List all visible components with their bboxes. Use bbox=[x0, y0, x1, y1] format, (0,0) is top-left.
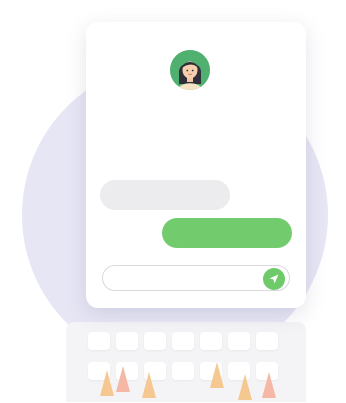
decorative-flame bbox=[116, 366, 130, 392]
keyboard-key bbox=[200, 332, 222, 350]
message-input[interactable] bbox=[102, 265, 290, 291]
woman-avatar-icon bbox=[170, 50, 210, 90]
decorative-flame bbox=[142, 372, 156, 398]
keyboard-key bbox=[228, 332, 250, 350]
keyboard-key bbox=[116, 332, 138, 350]
illustration-scene bbox=[0, 0, 346, 403]
paper-plane-icon bbox=[269, 274, 279, 284]
keyboard-key bbox=[172, 332, 194, 350]
keyboard-key bbox=[172, 362, 194, 380]
decorative-flame bbox=[238, 374, 252, 400]
avatar-illustration bbox=[170, 50, 210, 90]
decorative-flame bbox=[262, 372, 276, 398]
send-button[interactable] bbox=[263, 268, 285, 290]
decorative-flame bbox=[210, 362, 224, 388]
decorative-flame bbox=[100, 370, 114, 396]
keyboard-key bbox=[88, 332, 110, 350]
outgoing-message-bubble bbox=[162, 218, 292, 248]
keyboard-key bbox=[256, 332, 278, 350]
incoming-message-bubble bbox=[100, 180, 230, 210]
chat-card bbox=[86, 22, 306, 308]
keyboard-key bbox=[144, 332, 166, 350]
